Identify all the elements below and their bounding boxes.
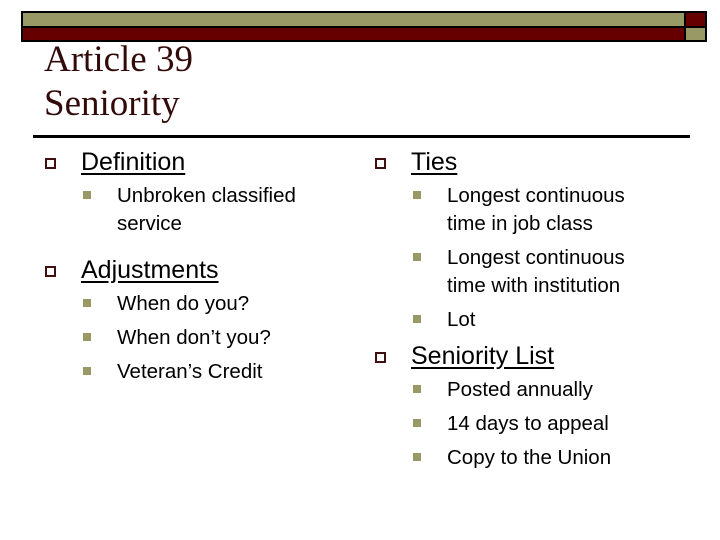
section-adjustments: Adjustments	[44, 254, 344, 286]
filled-square-bullet-icon	[413, 253, 421, 261]
list-item-text: Copy to the Union	[447, 446, 612, 469]
title-line-1: Article 39	[44, 39, 193, 80]
title-line-2: Seniority	[44, 83, 180, 124]
filled-square-bullet-icon	[413, 453, 421, 461]
filled-square-bullet-icon	[83, 333, 91, 341]
section-ties: Ties	[374, 146, 694, 178]
filled-square-bullet-icon	[83, 191, 91, 199]
list-item-text: When do you?	[117, 292, 250, 315]
list-item: Veteran’s Credit	[44, 358, 344, 386]
hollow-square-bullet-icon	[375, 158, 386, 169]
list-item-text: Longest continuous time with institution	[447, 246, 625, 297]
section-definition: Definition	[44, 146, 344, 178]
list-item-text: Posted annually	[447, 378, 593, 401]
section-seniority-list: Seniority List	[374, 340, 694, 372]
filled-square-bullet-icon	[413, 385, 421, 393]
list-item-text: Veteran’s Credit	[117, 360, 263, 383]
slide-title: Article 39 Seniority	[44, 38, 193, 126]
section-heading: Seniority List	[411, 342, 555, 370]
section-heading: Definition	[81, 148, 186, 176]
hollow-square-bullet-icon	[375, 352, 386, 363]
list-item: Longest continuous time in job class	[374, 182, 694, 238]
list-item-text: 14 days to appeal	[447, 412, 609, 435]
filled-square-bullet-icon	[413, 191, 421, 199]
hollow-square-bullet-icon	[45, 266, 56, 277]
filled-square-bullet-icon	[83, 299, 91, 307]
list-item: Longest continuous time with institution	[374, 244, 694, 300]
list-item-text: When don’t you?	[117, 326, 271, 349]
list-item-text: Longest continuous time in job class	[447, 184, 625, 235]
filled-square-bullet-icon	[83, 367, 91, 375]
title-divider	[33, 135, 690, 138]
filled-square-bullet-icon	[413, 419, 421, 427]
section-heading: Ties	[411, 148, 458, 176]
hollow-square-bullet-icon	[45, 158, 56, 169]
olive-band	[23, 13, 684, 26]
filled-square-bullet-icon	[413, 315, 421, 323]
maroon-square	[686, 13, 705, 26]
list-item: Posted annually	[374, 376, 694, 404]
section-heading: Adjustments	[81, 256, 219, 284]
list-item: Lot	[374, 306, 694, 334]
list-item: Copy to the Union	[374, 444, 694, 472]
right-column: Ties Longest continuous time in job clas…	[374, 146, 694, 478]
left-column: Definition Unbroken classified service A…	[44, 146, 344, 392]
olive-square	[686, 28, 705, 40]
list-item: When do you?	[44, 290, 344, 318]
list-item-text: Lot	[447, 308, 476, 331]
list-item: When don’t you?	[44, 324, 344, 352]
list-item: 14 days to appeal	[374, 410, 694, 438]
list-item: Unbroken classified service	[44, 182, 344, 238]
list-item-text: Unbroken classified service	[117, 184, 296, 235]
